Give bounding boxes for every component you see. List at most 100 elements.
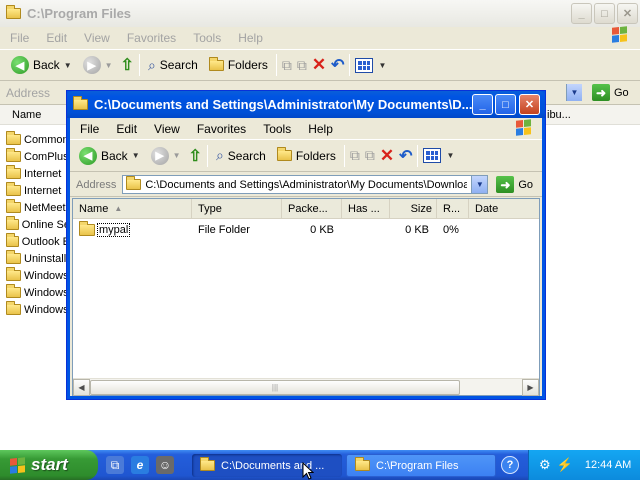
menu-file[interactable]: File: [80, 122, 99, 136]
menu-view[interactable]: View: [154, 122, 180, 136]
copy-to-icon[interactable]: ⧉: [365, 147, 375, 164]
chevron-down-icon[interactable]: ▼: [446, 151, 454, 160]
active-explorer-window[interactable]: C:\Documents and Settings\Administrator\…: [66, 90, 546, 400]
list-item[interactable]: NetMeeti: [0, 199, 70, 216]
address-dropdown-button[interactable]: ▼: [566, 84, 582, 101]
list-item[interactable]: Internet: [0, 182, 70, 199]
search-button[interactable]: ⌕ Search: [213, 145, 269, 166]
move-to-icon[interactable]: ⧉: [282, 57, 292, 74]
desktop-shortcut-icon[interactable]: ⧉: [106, 456, 124, 474]
address-input[interactable]: C:\Documents and Settings\Administrator\…: [122, 175, 489, 194]
views-icon[interactable]: [423, 148, 442, 163]
taskbar-item-documents[interactable]: C:\Documents and ...: [192, 454, 342, 477]
network-icon[interactable]: ⚡: [557, 457, 573, 473]
column-header-ratio[interactable]: R...: [437, 199, 469, 218]
folder-icon: [6, 5, 21, 19]
menu-edit[interactable]: Edit: [46, 31, 67, 45]
column-header-has[interactable]: Has ...: [342, 199, 390, 218]
menu-file[interactable]: File: [10, 31, 29, 45]
list-item[interactable]: ComPlus: [0, 148, 70, 165]
column-header-type[interactable]: Type: [192, 199, 282, 218]
taskbar-item-program-files[interactable]: C:\Program Files: [346, 454, 496, 477]
folder-icon: [126, 176, 142, 190]
scroll-right-button[interactable]: ▶: [522, 379, 539, 396]
folders-button[interactable]: Folders: [274, 147, 339, 165]
move-to-icon[interactable]: ⧉: [350, 147, 360, 164]
background-list-area[interactable]: [543, 125, 640, 450]
back-button[interactable]: ◀ Back ▼: [8, 54, 75, 76]
chevron-down-icon[interactable]: ▼: [173, 151, 181, 160]
column-header-size[interactable]: Size: [390, 199, 437, 218]
minimize-button[interactable]: _: [472, 94, 493, 115]
folder-icon: [6, 148, 21, 162]
folders-button[interactable]: Folders: [206, 56, 271, 74]
column-header-packed[interactable]: Packe...: [282, 199, 342, 218]
table-row[interactable]: mypal File Folder 0 KB 0 KB 0%: [73, 221, 539, 239]
delete-icon[interactable]: ✕: [312, 55, 326, 75]
background-window-titlebar[interactable]: C:\Program Files _ □ ✕: [0, 0, 640, 27]
menu-favorites[interactable]: Favorites: [127, 31, 176, 45]
chevron-down-icon[interactable]: ▼: [64, 61, 72, 70]
go-button[interactable]: ➜ Go: [496, 176, 533, 193]
maximize-button[interactable]: □: [495, 94, 516, 115]
undo-icon[interactable]: ↶: [331, 55, 344, 75]
row-has: [342, 221, 390, 239]
close-button[interactable]: ✕: [519, 94, 540, 115]
close-button[interactable]: ✕: [617, 3, 638, 24]
clock[interactable]: 12:44 AM: [585, 459, 631, 471]
list-item[interactable]: Windows: [0, 301, 70, 318]
menu-tools[interactable]: Tools: [193, 31, 221, 45]
name-column-header[interactable]: Name: [0, 105, 70, 125]
column-header-label: Has ...: [348, 202, 380, 215]
attributes-column-header[interactable]: ibu...: [543, 105, 640, 125]
forward-button[interactable]: ▶ ▼: [80, 54, 116, 76]
chevron-down-icon[interactable]: ▼: [378, 61, 386, 70]
column-header-date[interactable]: Date: [469, 199, 539, 218]
horizontal-scrollbar[interactable]: ◀ ||| ▶: [73, 378, 539, 396]
go-button[interactable]: ➜ Go: [592, 84, 629, 101]
tray-app-icon[interactable]: ⚙: [539, 457, 551, 473]
internet-explorer-icon[interactable]: e: [131, 456, 149, 474]
scroll-left-button[interactable]: ◀: [73, 378, 90, 396]
forward-button[interactable]: ▶ ▼: [148, 145, 184, 167]
chevron-down-icon[interactable]: ▼: [105, 61, 113, 70]
address-dropdown-button[interactable]: ▼: [471, 176, 488, 193]
minimize-button[interactable]: _: [571, 3, 592, 24]
list-item[interactable]: Outlook E: [0, 233, 70, 250]
delete-icon[interactable]: ✕: [380, 146, 394, 166]
scroll-thumb[interactable]: |||: [90, 380, 460, 395]
system-tray: ⚙ ⚡ 12:44 AM: [528, 450, 640, 480]
back-button[interactable]: ◀ Back ▼: [76, 145, 143, 167]
menu-view[interactable]: View: [84, 31, 110, 45]
menu-favorites[interactable]: Favorites: [197, 122, 246, 136]
chevron-down-icon[interactable]: ▼: [132, 151, 140, 160]
menu-edit[interactable]: Edit: [116, 122, 137, 136]
start-button[interactable]: start: [0, 450, 98, 480]
active-window-titlebar[interactable]: C:\Documents and Settings\Administrator\…: [67, 91, 545, 118]
list-item[interactable]: Uninstall: [0, 250, 70, 267]
list-item[interactable]: Online Se: [0, 216, 70, 233]
column-header-label: Date: [475, 202, 499, 215]
address-bar: Address C:\Documents and Settings\Admini…: [70, 173, 542, 197]
menu-help[interactable]: Help: [238, 31, 263, 45]
list-item[interactable]: Windows: [0, 267, 70, 284]
undo-icon[interactable]: ↶: [399, 146, 412, 166]
list-item[interactable]: Common: [0, 131, 70, 148]
folders-label: Folders: [227, 58, 268, 72]
list-item[interactable]: Windows: [0, 284, 70, 301]
row-name-cell[interactable]: mypal: [73, 221, 192, 239]
help-icon[interactable]: ?: [501, 456, 519, 474]
menu-help[interactable]: Help: [308, 122, 333, 136]
copy-to-icon[interactable]: ⧉: [297, 57, 307, 74]
views-icon[interactable]: [355, 57, 374, 73]
file-list[interactable]: Name ▲ Type Packe... Has ... Size R... Da…: [72, 198, 540, 396]
list-item[interactable]: Internet: [0, 165, 70, 182]
media-player-icon[interactable]: ☺: [156, 456, 174, 474]
column-header-name[interactable]: Name ▲: [73, 199, 192, 218]
up-folder-icon[interactable]: ⇧: [189, 146, 202, 166]
up-folder-icon[interactable]: ⇧: [121, 55, 134, 75]
search-button[interactable]: ⌕ Search: [145, 55, 201, 76]
background-file-list[interactable]: Name Common ComPlus Internet Internet Ne…: [0, 105, 70, 450]
maximize-button[interactable]: □: [594, 3, 615, 24]
menu-tools[interactable]: Tools: [263, 122, 291, 136]
